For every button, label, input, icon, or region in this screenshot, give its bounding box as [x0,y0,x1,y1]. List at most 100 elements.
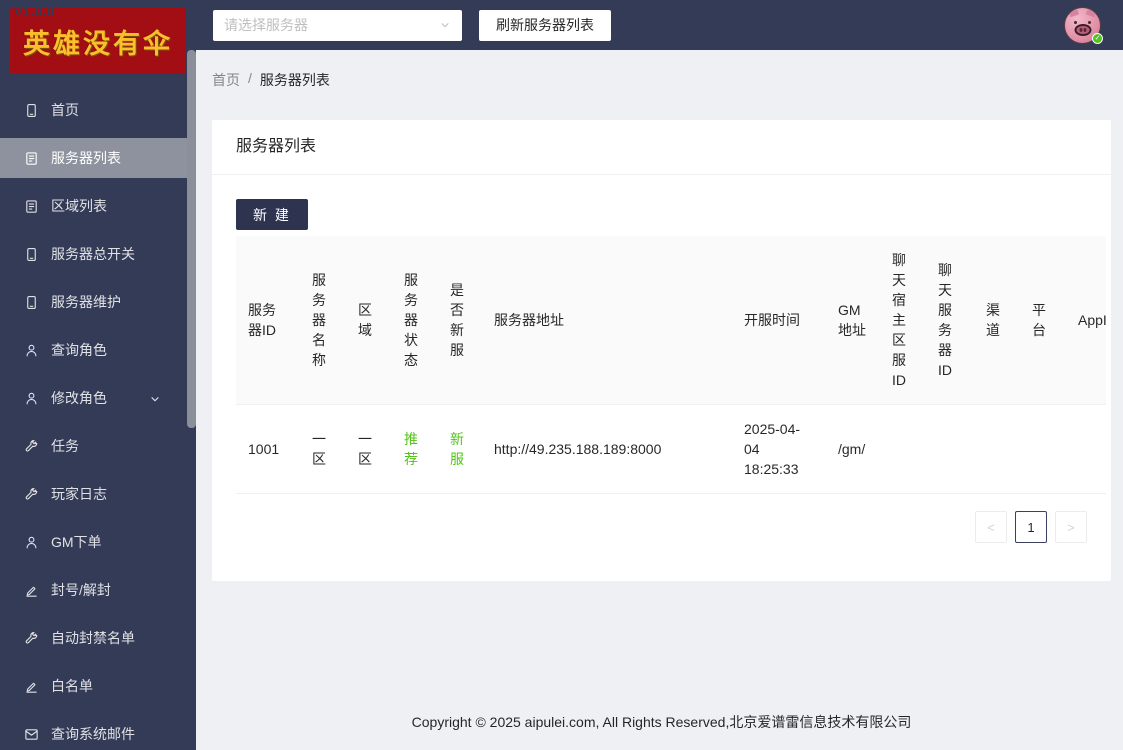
sidebar-item-whitelist[interactable]: 白名单 [0,666,187,706]
sidebar-item-label: 服务器维护 [51,292,121,312]
sidebar-item-system-mail[interactable]: 查询系统邮件 [0,714,187,750]
breadcrumb-home[interactable]: 首页 [212,70,240,90]
ban-unban-icon [24,583,39,598]
table-cell: 2025-04-04 18:25:33 [732,405,826,494]
sidebar-item-modify-role[interactable]: 修改角色 [0,378,187,418]
server-list-icon [24,151,39,166]
server-select-placeholder: 请选择服务器 [224,15,308,35]
user-avatar[interactable]: ✓ [1064,7,1101,44]
column-header: 聊天服务器ID [926,236,974,405]
sidebar-item-gm-order[interactable]: GM下单 [0,522,187,562]
table-body: 1001一区一区推荐新服http://49.235.188.189:800020… [236,405,1106,494]
app-title: 英雄没有伞 [23,22,173,61]
table-cell [880,405,926,494]
pagination: < 1 > [236,511,1087,543]
table-header-row: 服务器ID服务器名称区域服务器状态是否新服服务器地址开服时间GM地址聊天宿主区服… [236,236,1106,405]
zone-list-icon [24,199,39,214]
sidebar-item-label: 修改角色 [51,388,107,408]
new-server-button[interactable]: 新 建 [236,199,308,230]
table-cell [1066,405,1106,494]
breadcrumb-current: 服务器列表 [260,70,330,90]
chevron-down-icon [149,392,161,404]
sidebar-item-label: 区域列表 [51,196,107,216]
sidebar-item-label: 首页 [51,100,79,120]
sidebar-item-player-logs[interactable]: 玩家日志 [0,474,187,514]
sidebar-item-label: 任务 [51,436,79,456]
column-header: GM地址 [826,236,880,405]
sidebar-item-auto-ban-list[interactable]: 自动封禁名单 [0,618,187,658]
logo-block: V1.0.0 英雄没有伞 [0,0,196,80]
column-header: AppID [1066,236,1106,405]
card-title: 服务器列表 [212,120,1111,175]
sidebar-item-label: 封号/解封 [51,580,111,600]
player-logs-icon [24,487,39,502]
sidebar-item-label: 查询角色 [51,340,107,360]
app-logo: V1.0.0 英雄没有伞 [10,8,186,74]
sidebar-item-label: 白名单 [51,676,93,696]
sidebar-item-server-master-switch[interactable]: 服务器总开关 [0,234,187,274]
column-header: 服务器状态 [392,236,438,405]
auto-ban-list-icon [24,631,39,646]
column-header: 聊天宿主区服ID [880,236,926,405]
pagination-next-button[interactable]: > [1055,511,1087,543]
sidebar-item-zone-list[interactable]: 区域列表 [0,186,187,226]
table-cell: /gm/ [826,405,880,494]
pagination-page-1-button[interactable]: 1 [1015,511,1047,543]
sidebar-menu: 首页 服务器列表 区域列表 服务器总开关 服务器维护 查询角色 [0,90,196,750]
sidebar-item-ban-unban[interactable]: 封号/解封 [0,570,187,610]
column-header: 服务器ID [236,236,300,405]
table-cell: http://49.235.188.189:8000 [482,405,732,494]
table-row: 1001一区一区推荐新服http://49.235.188.189:800020… [236,405,1106,494]
sidebar-item-label: 查询系统邮件 [51,724,135,744]
online-status-badge: ✓ [1092,33,1103,44]
table-cell: 1001 [236,405,300,494]
table-cell: 新服 [438,405,482,494]
column-header: 渠道 [974,236,1020,405]
topbar: 请选择服务器 刷新服务器列表 ✓ [196,0,1123,50]
column-header: 服务器地址 [482,236,732,405]
sidebar-item-server-maintenance[interactable]: 服务器维护 [0,282,187,322]
pagination-prev-button[interactable]: < [975,511,1007,543]
home-icon [24,103,39,118]
server-list-card: 服务器列表 新 建 服务器ID服务器名称区域服务器状态是否新服服务器地址开服时间… [212,120,1111,581]
sidebar-item-query-role[interactable]: 查询角色 [0,330,187,370]
table-cell [974,405,1020,494]
main-area: 请选择服务器 刷新服务器列表 ✓ 首页 / 服务器列表 服务器列表 新 建 [196,0,1123,750]
chevron-down-icon [439,19,451,31]
table-cell [926,405,974,494]
column-header: 区域 [346,236,392,405]
sidebar-item-label: 自动封禁名单 [51,628,135,648]
sidebar-item-label: 玩家日志 [51,484,107,504]
sidebar-item-label: 服务器列表 [51,148,121,168]
gm-order-icon [24,535,39,550]
table-cell [1020,405,1066,494]
content-area: 首页 / 服务器列表 服务器列表 新 建 服务器ID服务器名称区域服务器状态是否… [196,50,1123,750]
server-table: 服务器ID服务器名称区域服务器状态是否新服服务器地址开服时间GM地址聊天宿主区服… [236,236,1106,494]
refresh-server-list-button[interactable]: 刷新服务器列表 [479,10,611,41]
server-maintenance-icon [24,295,39,310]
sidebar: V1.0.0 英雄没有伞 首页 服务器列表 区域列表 服务器总开关 服务器维护 [0,0,196,750]
sidebar-item-label: GM下单 [51,532,102,552]
sidebar-item-label: 服务器总开关 [51,244,135,264]
column-header: 服务器名称 [300,236,346,405]
footer-copyright: Copyright © 2025 aipulei.com, All Rights… [212,692,1111,750]
whitelist-icon [24,679,39,694]
table-cell: 一区 [300,405,346,494]
card-body: 新 建 服务器ID服务器名称区域服务器状态是否新服服务器地址开服时间GM地址聊天… [212,175,1111,581]
table-cell: 一区 [346,405,392,494]
breadcrumb: 首页 / 服务器列表 [212,70,1111,90]
sidebar-scrollbar[interactable] [187,50,196,428]
modify-role-icon [24,391,39,406]
breadcrumb-separator: / [248,70,252,90]
sidebar-item-server-list[interactable]: 服务器列表 [0,138,187,178]
system-mail-icon [24,727,39,742]
server-master-switch-icon [24,247,39,262]
sidebar-item-tasks[interactable]: 任务 [0,426,187,466]
server-select[interactable]: 请选择服务器 [213,10,462,41]
column-header: 是否新服 [438,236,482,405]
table-cell: 推荐 [392,405,438,494]
column-header: 平台 [1020,236,1066,405]
tasks-icon [24,439,39,454]
app-version: V1.0.0 [14,4,55,19]
sidebar-item-home[interactable]: 首页 [0,90,187,130]
